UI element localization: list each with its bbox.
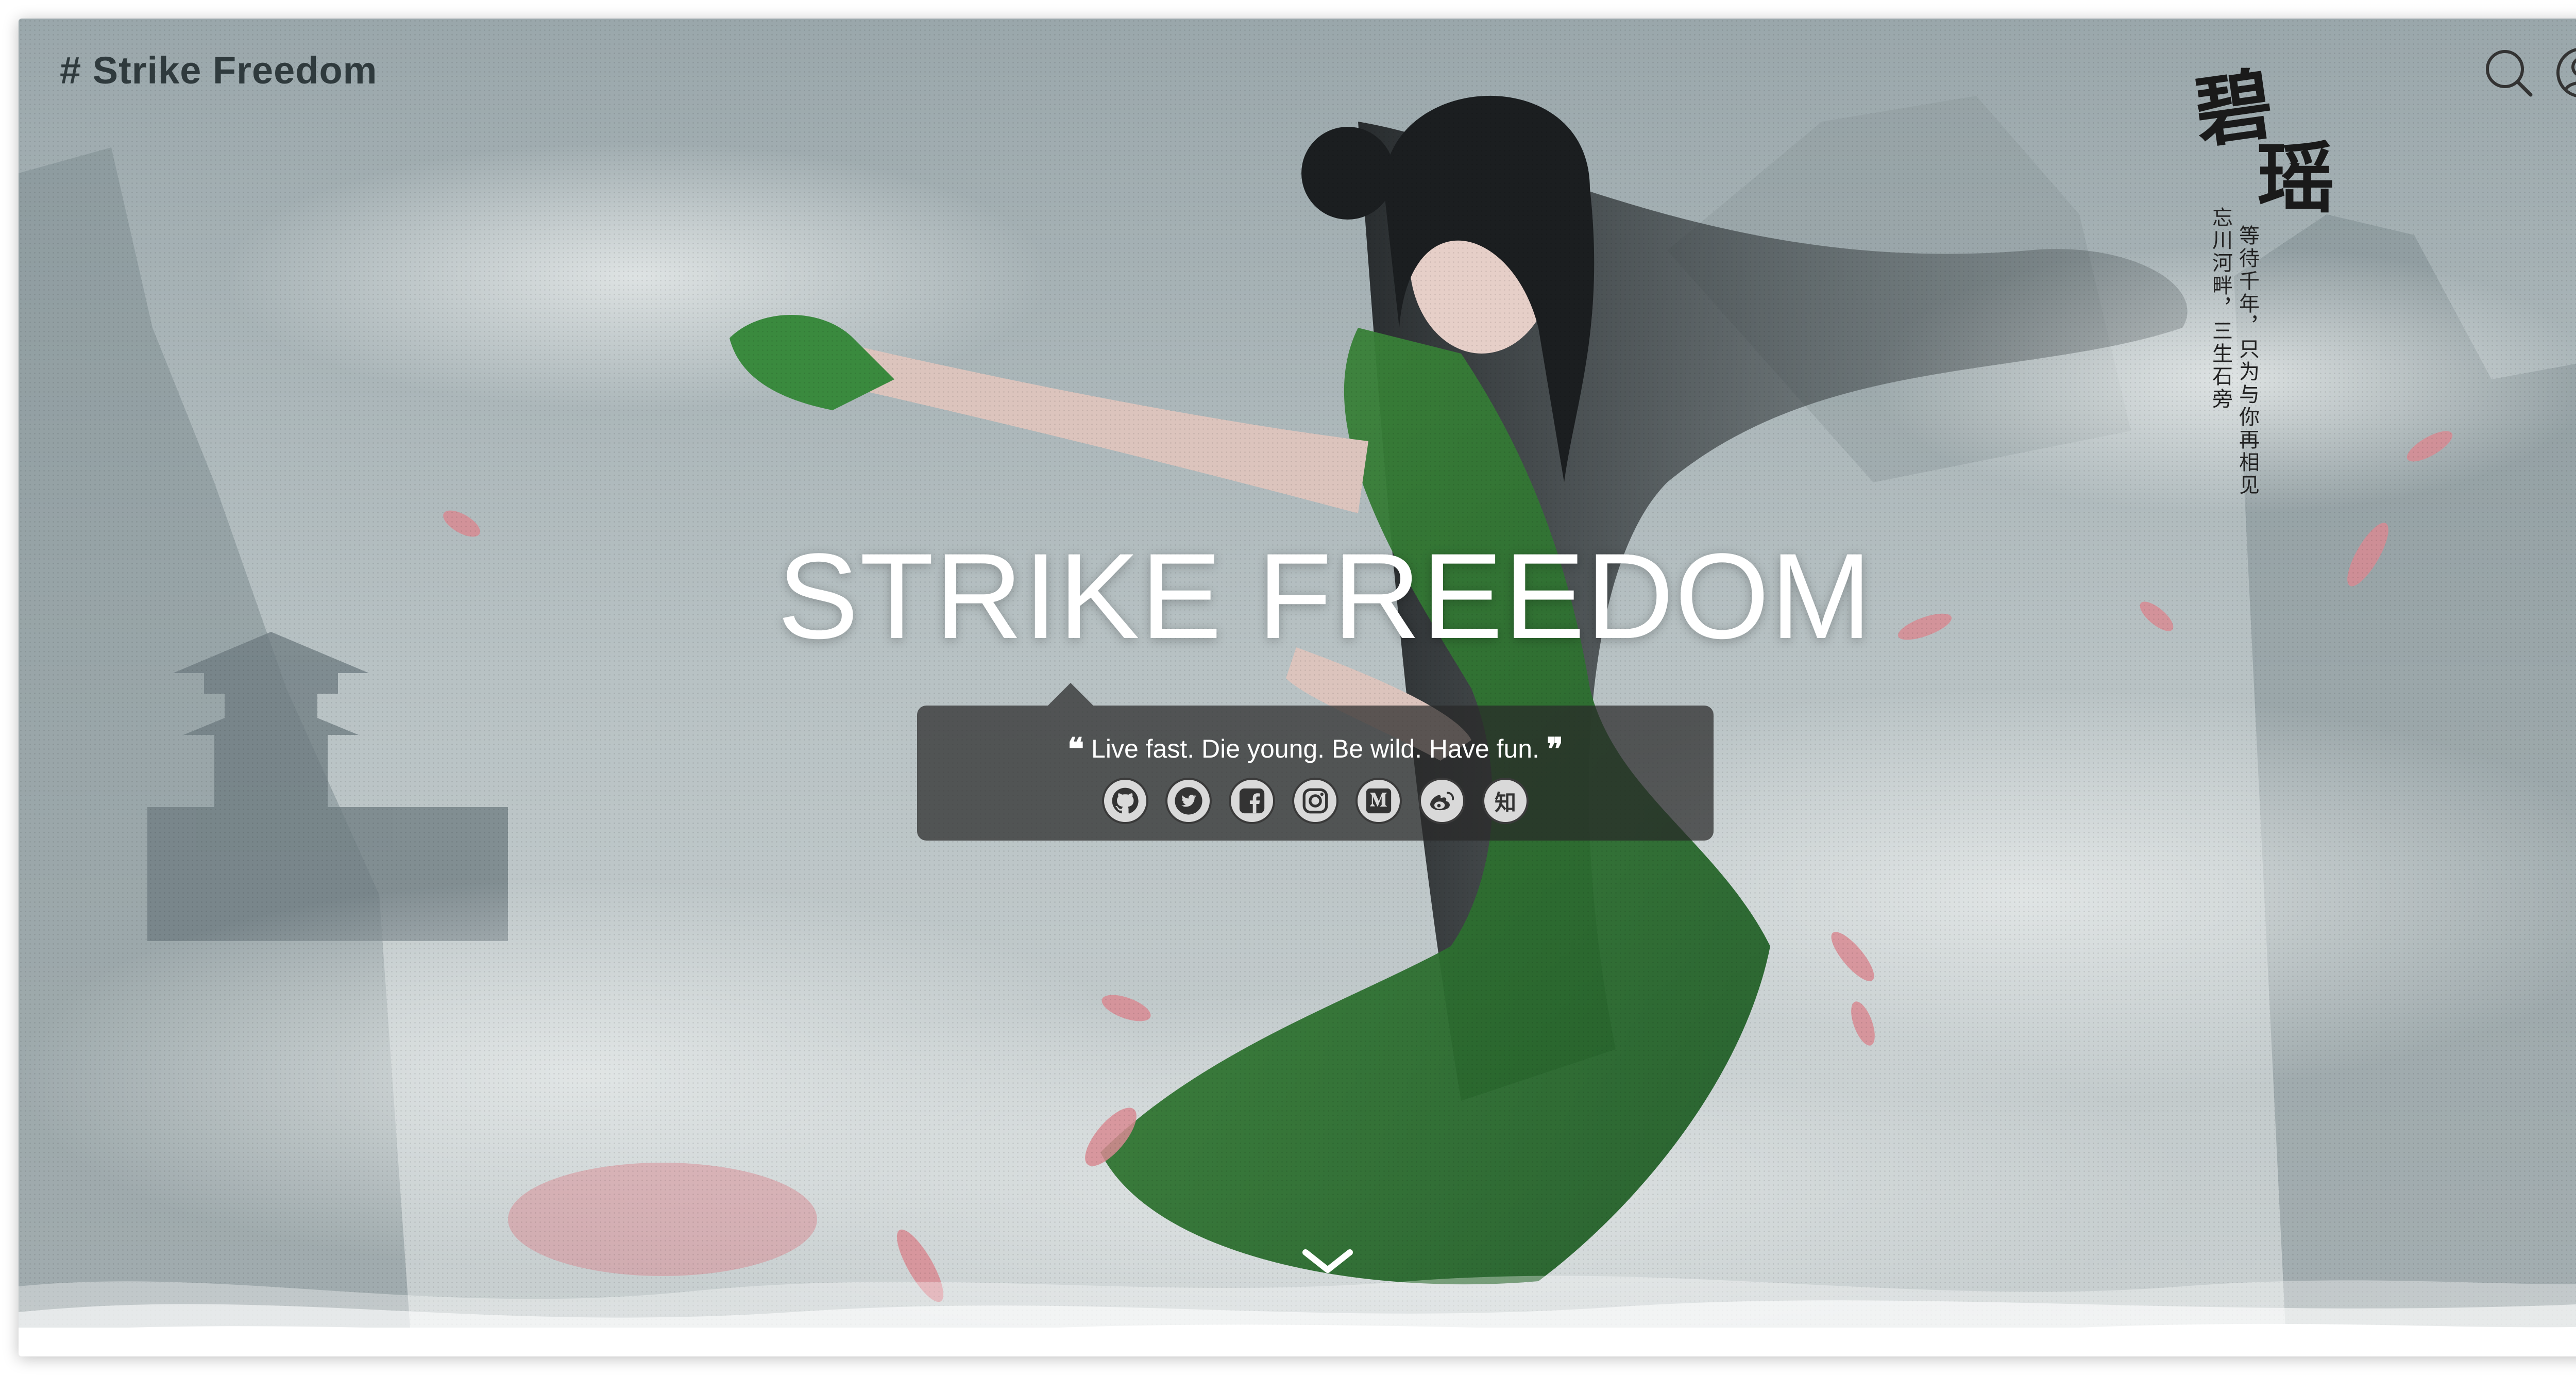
social-links: 知	[917, 778, 1714, 824]
hero-title: STRIKE FREEDOM	[777, 528, 1873, 664]
search-icon[interactable]	[2480, 44, 2537, 101]
panel-pointer	[1048, 683, 1093, 706]
wave-divider	[19, 1276, 2576, 1328]
quote-open-icon: ❝	[1067, 731, 1084, 767]
zhihu-icon: 知	[1494, 790, 1516, 815]
calligraphy-char-2: 瑶	[2257, 133, 2335, 224]
twitter-icon	[1175, 787, 1202, 815]
hero-banner: # Strike Freedom 碧 瑶 忘川河畔，三生石旁 等待千年，只为与你…	[19, 19, 2576, 1328]
user-circle-icon[interactable]	[2553, 44, 2576, 101]
weibo-link[interactable]	[1419, 778, 1465, 824]
poem-line-1: 忘川河畔，三生石旁	[2209, 207, 2232, 411]
twitter-link[interactable]	[1165, 778, 1212, 824]
github-icon	[1112, 787, 1139, 814]
browser-viewport: # Strike Freedom 碧 瑶 忘川河畔，三生石旁 等待千年，只为与你…	[19, 19, 2576, 1356]
zhihu-link[interactable]: 知	[1482, 778, 1529, 824]
instagram-link[interactable]	[1292, 778, 1338, 824]
facebook-icon	[1239, 788, 1265, 814]
poem-line-2: 等待千年，只为与你再相见	[2235, 225, 2259, 497]
medium-icon	[1366, 788, 1392, 814]
chevron-down-icon[interactable]	[1299, 1245, 1356, 1276]
medium-link[interactable]	[1355, 778, 1402, 824]
facebook-link[interactable]	[1229, 778, 1275, 824]
github-link[interactable]	[1102, 778, 1148, 824]
calligraphy-artwork: 碧 瑶 忘川河畔，三生石旁 等待千年，只为与你再相见	[2189, 58, 2365, 534]
motto-quote: ❝ Live fast. Die young. Be wild. Have fu…	[917, 731, 1714, 767]
weibo-icon	[1430, 792, 1454, 811]
site-brand-link[interactable]: # Strike Freedom	[60, 48, 377, 92]
motto-text: Live fast. Die young. Be wild. Have fun.	[1091, 734, 1539, 763]
instagram-icon	[1302, 788, 1328, 814]
quote-close-icon: ❞	[1546, 731, 1564, 767]
info-panel: ❝ Live fast. Die young. Be wild. Have fu…	[917, 683, 1714, 841]
